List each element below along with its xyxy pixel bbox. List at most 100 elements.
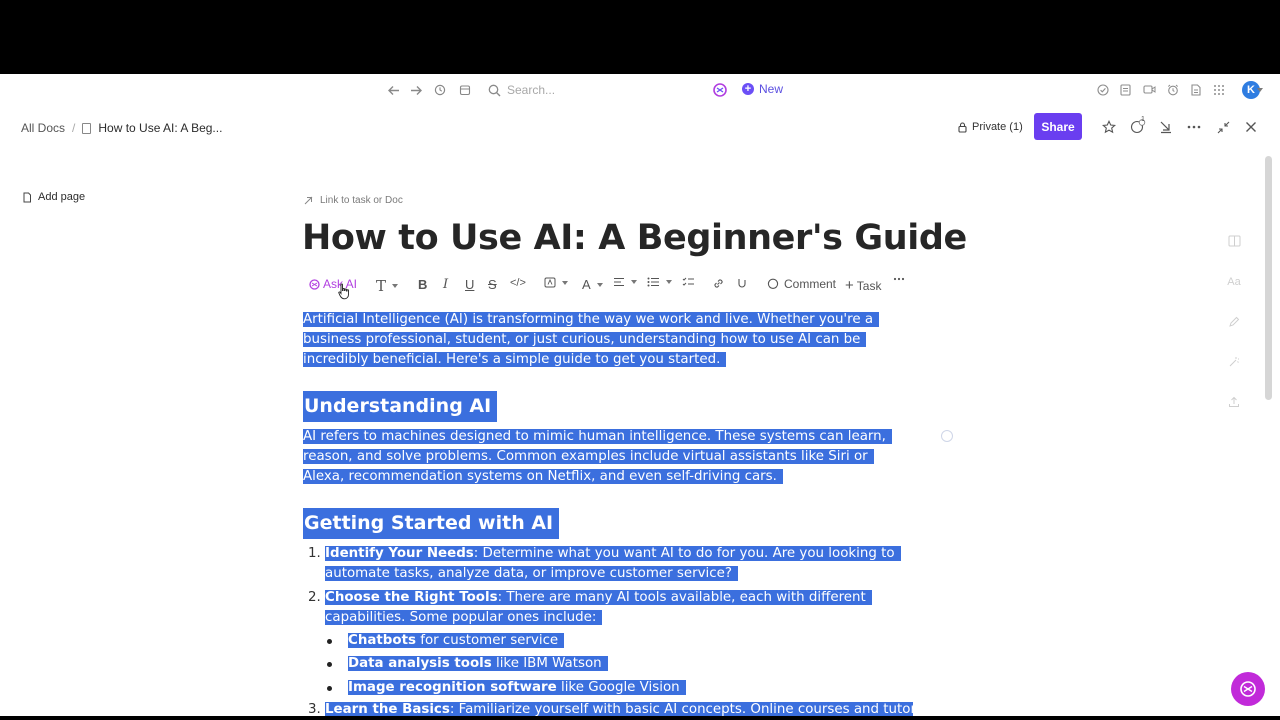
bold-icon[interactable]: B: [418, 277, 427, 292]
new-label: New: [759, 82, 784, 96]
search-icon: [488, 84, 501, 96]
search-input[interactable]: Search...: [488, 81, 555, 99]
checklist-icon[interactable]: [682, 277, 695, 287]
forward-arrow-icon[interactable]: [408, 82, 424, 98]
close-icon[interactable]: [1243, 119, 1259, 135]
list-number: 1.: [308, 546, 321, 561]
notification-count: 1: [1141, 116, 1145, 123]
privacy-label: Private (1): [972, 121, 1023, 133]
add-page-label: Add page: [38, 191, 86, 203]
text-box-icon: [544, 277, 556, 288]
document-icon[interactable]: [1189, 83, 1202, 96]
comment-button[interactable]: Comment: [767, 277, 836, 291]
align-dropdown[interactable]: [613, 277, 637, 287]
mouse-cursor-icon: [338, 283, 349, 300]
mention-icon[interactable]: [736, 277, 748, 289]
ai-brain-icon[interactable]: [713, 83, 727, 97]
step-title: Identify Your Needs: [325, 546, 474, 561]
italic-icon[interactable]: I: [443, 277, 448, 292]
plus-icon: +: [845, 277, 854, 294]
new-button[interactable]: + New: [742, 82, 783, 96]
doc-icon: [82, 122, 92, 134]
page-icon: [23, 192, 31, 202]
list-dropdown[interactable]: [647, 277, 672, 287]
calendar-icon[interactable]: [457, 82, 473, 98]
alarm-clock-icon[interactable]: [1166, 83, 1179, 96]
more-formatting-icon[interactable]: [893, 277, 905, 281]
search-placeholder: Search...: [507, 83, 556, 97]
tool-name: Chatbots: [348, 633, 416, 648]
tool-text: like Google Vision: [556, 680, 680, 695]
task-label: Task: [856, 278, 882, 293]
bullet-list-icon: [647, 277, 659, 287]
apps-grid-icon[interactable]: [1212, 83, 1225, 96]
section-heading: Understanding AI: [303, 391, 498, 422]
more-options-icon[interactable]: [1186, 119, 1202, 135]
tool-name: Data analysis tools: [348, 656, 492, 671]
task-button[interactable]: + Task: [845, 277, 881, 294]
underline-icon[interactable]: U: [465, 277, 474, 292]
history-icon[interactable]: [432, 82, 448, 98]
notepad-icon[interactable]: [1119, 83, 1132, 96]
text-color-dropdown[interactable]: [544, 277, 568, 288]
step-title: Choose the Right Tools: [325, 590, 498, 605]
sidebar-toggle-icon[interactable]: [1226, 233, 1242, 249]
text-type-icon: T: [376, 277, 387, 295]
plus-icon: +: [742, 83, 754, 95]
typography-icon[interactable]: Aa: [1226, 274, 1242, 290]
list-number: 3.: [308, 702, 321, 716]
comment-icon: [767, 278, 779, 289]
breadcrumb: All Docs / How to Use AI: A Beg...: [21, 121, 222, 135]
magic-wand-icon[interactable]: [1226, 354, 1242, 370]
link-to-task-button[interactable]: Link to task or Doc: [303, 195, 403, 206]
bullet: [327, 639, 332, 644]
link-icon: [304, 196, 313, 205]
chevron-down-icon[interactable]: [1257, 88, 1263, 94]
star-icon[interactable]: [1101, 119, 1117, 135]
section1-text: AI refers to machines designed to mimic …: [303, 429, 892, 484]
inline-comment-icon[interactable]: [941, 430, 953, 442]
upload-icon[interactable]: [1226, 394, 1242, 410]
formatting-toolbar: Ask AI T B I U S </> A Comment + Task: [303, 274, 911, 298]
back-arrow-icon[interactable]: [385, 82, 401, 98]
page-title[interactable]: How to Use AI: A Beginner's Guide: [302, 218, 967, 258]
step-title: Learn the Basics: [325, 702, 450, 716]
strikethrough-icon[interactable]: S: [488, 277, 497, 292]
list-number: 2.: [308, 590, 321, 605]
add-page-button[interactable]: Add page: [22, 191, 85, 203]
lock-icon: [958, 121, 967, 133]
font-color-dropdown[interactable]: A: [582, 277, 603, 292]
breadcrumb-all-docs[interactable]: All Docs: [21, 121, 65, 135]
font-a-icon: A: [582, 277, 591, 292]
bottom-bar: [0, 716, 1280, 720]
video-icon[interactable]: [1143, 83, 1156, 96]
section-heading: Getting Started with AI: [303, 508, 560, 539]
ai-brain-icon: [1240, 681, 1256, 697]
ai-assistant-button[interactable]: [1231, 672, 1265, 706]
breadcrumb-current-doc[interactable]: How to Use AI: A Beg...: [98, 121, 222, 135]
privacy-toggle[interactable]: Private (1): [958, 121, 1023, 133]
comment-label: Comment: [784, 277, 837, 291]
section1-title: Understanding AI: [303, 391, 498, 422]
list-item: 3. Learn the Basics: Familiarize yoursel…: [303, 700, 913, 716]
top-nav: Search... + New K: [0, 74, 1280, 106]
text-style-dropdown[interactable]: T: [376, 277, 399, 295]
ai-sparkle-icon: [309, 278, 320, 290]
share-button[interactable]: Share: [1034, 113, 1082, 140]
code-icon[interactable]: </>: [510, 277, 526, 289]
bullet: [327, 662, 332, 667]
link-insert-icon[interactable]: [712, 277, 725, 290]
section1-paragraph: AI refers to machines designed to mimic …: [303, 427, 913, 487]
bullet: [327, 686, 332, 691]
align-left-icon: [614, 277, 624, 287]
link-to-task-label: Link to task or Doc: [320, 195, 403, 206]
edit-icon[interactable]: [1226, 314, 1242, 330]
minimize-icon[interactable]: [1215, 119, 1231, 135]
scrollbar[interactable]: [1265, 156, 1272, 400]
tool-text: like IBM Watson: [491, 656, 602, 671]
collapse-arrow-icon[interactable]: [1158, 119, 1174, 135]
section2-title: Getting Started with AI: [303, 508, 560, 539]
app-window: Search... + New K All Docs / How to Use …: [0, 74, 1280, 716]
step-text: : Familiarize yourself with basic AI con…: [449, 702, 913, 716]
check-circle-icon[interactable]: [1096, 83, 1109, 96]
